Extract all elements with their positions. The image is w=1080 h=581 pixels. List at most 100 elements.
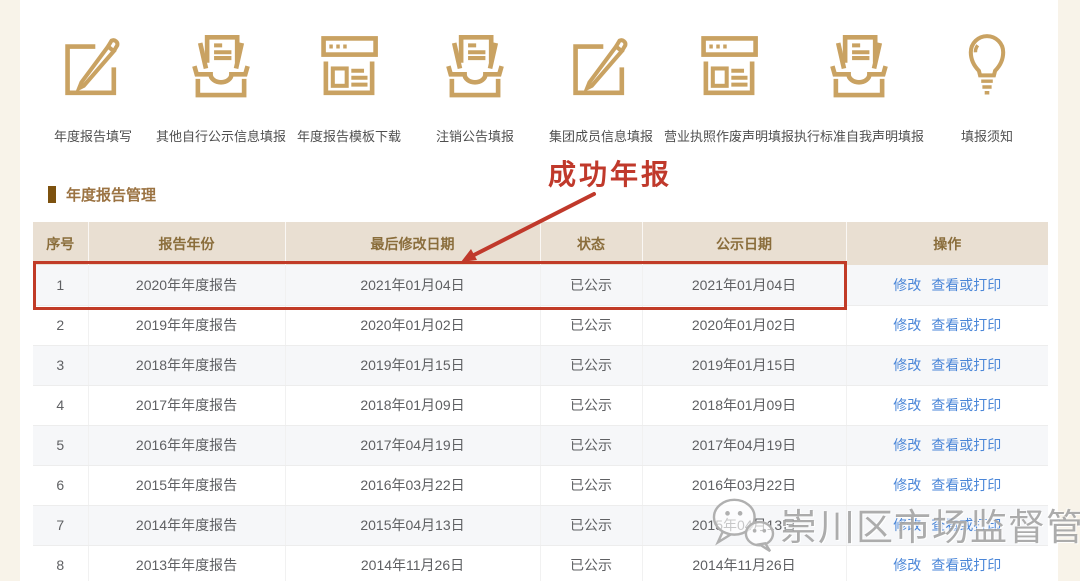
right-margin-strip <box>1058 0 1080 581</box>
quick-action-label: 注销公告填报 <box>436 126 514 145</box>
report-year: 2014年年度报告 <box>88 505 285 545</box>
report-year: 2020年年度报告 <box>88 265 285 305</box>
published-date: 2019年01月15日 <box>642 345 846 385</box>
quick-action-label: 其他自行公示信息填报 <box>156 126 286 145</box>
col-header-published-date: 公示日期 <box>642 222 846 265</box>
view-or-print-link[interactable]: 查看或打印 <box>931 517 1001 533</box>
view-or-print-link[interactable]: 查看或打印 <box>931 317 1001 333</box>
view-or-print-link[interactable]: 查看或打印 <box>931 557 1001 573</box>
report-table-body: 12020年年度报告2021年01月04日已公示2021年01月04日修改查看或… <box>33 265 1048 581</box>
status-text: 已公示 <box>540 425 642 465</box>
status-text: 已公示 <box>540 465 642 505</box>
view-or-print-link[interactable]: 查看或打印 <box>931 277 1001 293</box>
row-index: 8 <box>33 545 88 581</box>
row-actions: 修改查看或打印 <box>846 345 1048 385</box>
report-year: 2019年年度报告 <box>88 305 285 345</box>
row-index: 2 <box>33 305 88 345</box>
edit-icon <box>56 28 130 102</box>
modify-link[interactable]: 修改 <box>893 437 921 453</box>
status-text: 已公示 <box>540 545 642 581</box>
row-actions: 修改查看或打印 <box>846 385 1048 425</box>
modified-date: 2017年04月19日 <box>285 425 540 465</box>
quick-action-4[interactable]: 注销公告填报 <box>412 28 538 145</box>
status-text: 已公示 <box>540 305 642 345</box>
quick-action-label: 集团成员信息填报 <box>549 126 653 145</box>
published-date: 2017年04月19日 <box>642 425 846 465</box>
view-or-print-link[interactable]: 查看或打印 <box>931 437 1001 453</box>
annual-report-table: 序号 报告年份 最后修改日期 状态 公示日期 操作 12020年年度报告2021… <box>33 222 1048 581</box>
section-header: 年度报告管理 <box>48 184 156 205</box>
annotation-label: 成功年报 <box>548 153 672 193</box>
view-or-print-link[interactable]: 查看或打印 <box>931 357 1001 373</box>
modified-date: 2020年01月02日 <box>285 305 540 345</box>
row-index: 1 <box>33 265 88 305</box>
view-or-print-link[interactable]: 查看或打印 <box>931 397 1001 413</box>
status-text: 已公示 <box>540 345 642 385</box>
edit-icon <box>564 28 638 102</box>
modify-link[interactable]: 修改 <box>893 517 921 533</box>
published-date: 2015年04月13日 <box>642 505 846 545</box>
col-header-year: 报告年份 <box>88 222 285 265</box>
modified-date: 2021年01月04日 <box>285 265 540 305</box>
quick-action-label: 年度报告模板下载 <box>297 126 401 145</box>
published-date: 2014年11月26日 <box>642 545 846 581</box>
quick-action-6[interactable]: 营业执照作废声明填报 <box>664 28 794 145</box>
row-index: 5 <box>33 425 88 465</box>
quick-action-7[interactable]: 执行标准自我声明填报 <box>794 28 924 145</box>
quick-action-1[interactable]: 年度报告填写 <box>30 28 156 145</box>
col-header-index: 序号 <box>33 222 88 265</box>
modify-link[interactable]: 修改 <box>893 317 921 333</box>
row-actions: 修改查看或打印 <box>846 265 1048 305</box>
modify-link[interactable]: 修改 <box>893 557 921 573</box>
report-year: 2015年年度报告 <box>88 465 285 505</box>
col-header-status: 状态 <box>540 222 642 265</box>
table-row: 22019年年度报告2020年01月02日已公示2020年01月02日修改查看或… <box>33 305 1048 345</box>
table-row: 52016年年度报告2017年04月19日已公示2017年04月19日修改查看或… <box>33 425 1048 465</box>
row-index: 7 <box>33 505 88 545</box>
inbox-doc-icon <box>438 28 512 102</box>
modified-date: 2014年11月26日 <box>285 545 540 581</box>
modified-date: 2016年03月22日 <box>285 465 540 505</box>
modify-link[interactable]: 修改 <box>893 477 921 493</box>
quick-action-2[interactable]: 其他自行公示信息填报 <box>156 28 286 145</box>
template-icon <box>692 28 766 102</box>
status-text: 已公示 <box>540 265 642 305</box>
quick-action-label: 执行标准自我声明填报 <box>794 126 924 145</box>
table-row: 42017年年度报告2018年01月09日已公示2018年01月09日修改查看或… <box>33 385 1048 425</box>
report-year: 2017年年度报告 <box>88 385 285 425</box>
quick-actions-bar: 年度报告填写 其他自行公示信息填报年度报告模板下载 注销公告填报 集团成员信息填报营业… <box>30 28 1050 145</box>
row-actions: 修改查看或打印 <box>846 305 1048 345</box>
template-icon <box>312 28 386 102</box>
quick-action-label: 年度报告填写 <box>54 126 132 145</box>
published-date: 2016年03月22日 <box>642 465 846 505</box>
modify-link[interactable]: 修改 <box>893 277 921 293</box>
published-date: 2018年01月09日 <box>642 385 846 425</box>
view-or-print-link[interactable]: 查看或打印 <box>931 477 1001 493</box>
inbox-doc-icon <box>822 28 896 102</box>
status-text: 已公示 <box>540 385 642 425</box>
col-header-actions: 操作 <box>846 222 1048 265</box>
quick-action-8[interactable]: 填报须知 <box>924 28 1050 145</box>
table-row: 32018年年度报告2019年01月15日已公示2019年01月15日修改查看或… <box>33 345 1048 385</box>
table-header-row: 序号 报告年份 最后修改日期 状态 公示日期 操作 <box>33 222 1048 265</box>
modified-date: 2019年01月15日 <box>285 345 540 385</box>
row-index: 3 <box>33 345 88 385</box>
quick-action-5[interactable]: 集团成员信息填报 <box>538 28 664 145</box>
modified-date: 2018年01月09日 <box>285 385 540 425</box>
section-title-text: 年度报告管理 <box>66 184 156 205</box>
status-text: 已公示 <box>540 505 642 545</box>
quick-action-label: 填报须知 <box>961 126 1013 145</box>
table-row: 62015年年度报告2016年03月22日已公示2016年03月22日修改查看或… <box>33 465 1048 505</box>
modify-link[interactable]: 修改 <box>893 357 921 373</box>
modify-link[interactable]: 修改 <box>893 397 921 413</box>
row-index: 4 <box>33 385 88 425</box>
col-header-modified-date: 最后修改日期 <box>285 222 540 265</box>
section-bar-icon <box>48 186 56 203</box>
inbox-doc-icon <box>184 28 258 102</box>
row-actions: 修改查看或打印 <box>846 505 1048 545</box>
quick-action-3[interactable]: 年度报告模板下载 <box>286 28 412 145</box>
table-row: 12020年年度报告2021年01月04日已公示2021年01月04日修改查看或… <box>33 265 1048 305</box>
report-year: 2018年年度报告 <box>88 345 285 385</box>
table-row: 72014年年度报告2015年04月13日已公示2015年04月13日修改查看或… <box>33 505 1048 545</box>
report-year: 2013年年度报告 <box>88 545 285 581</box>
